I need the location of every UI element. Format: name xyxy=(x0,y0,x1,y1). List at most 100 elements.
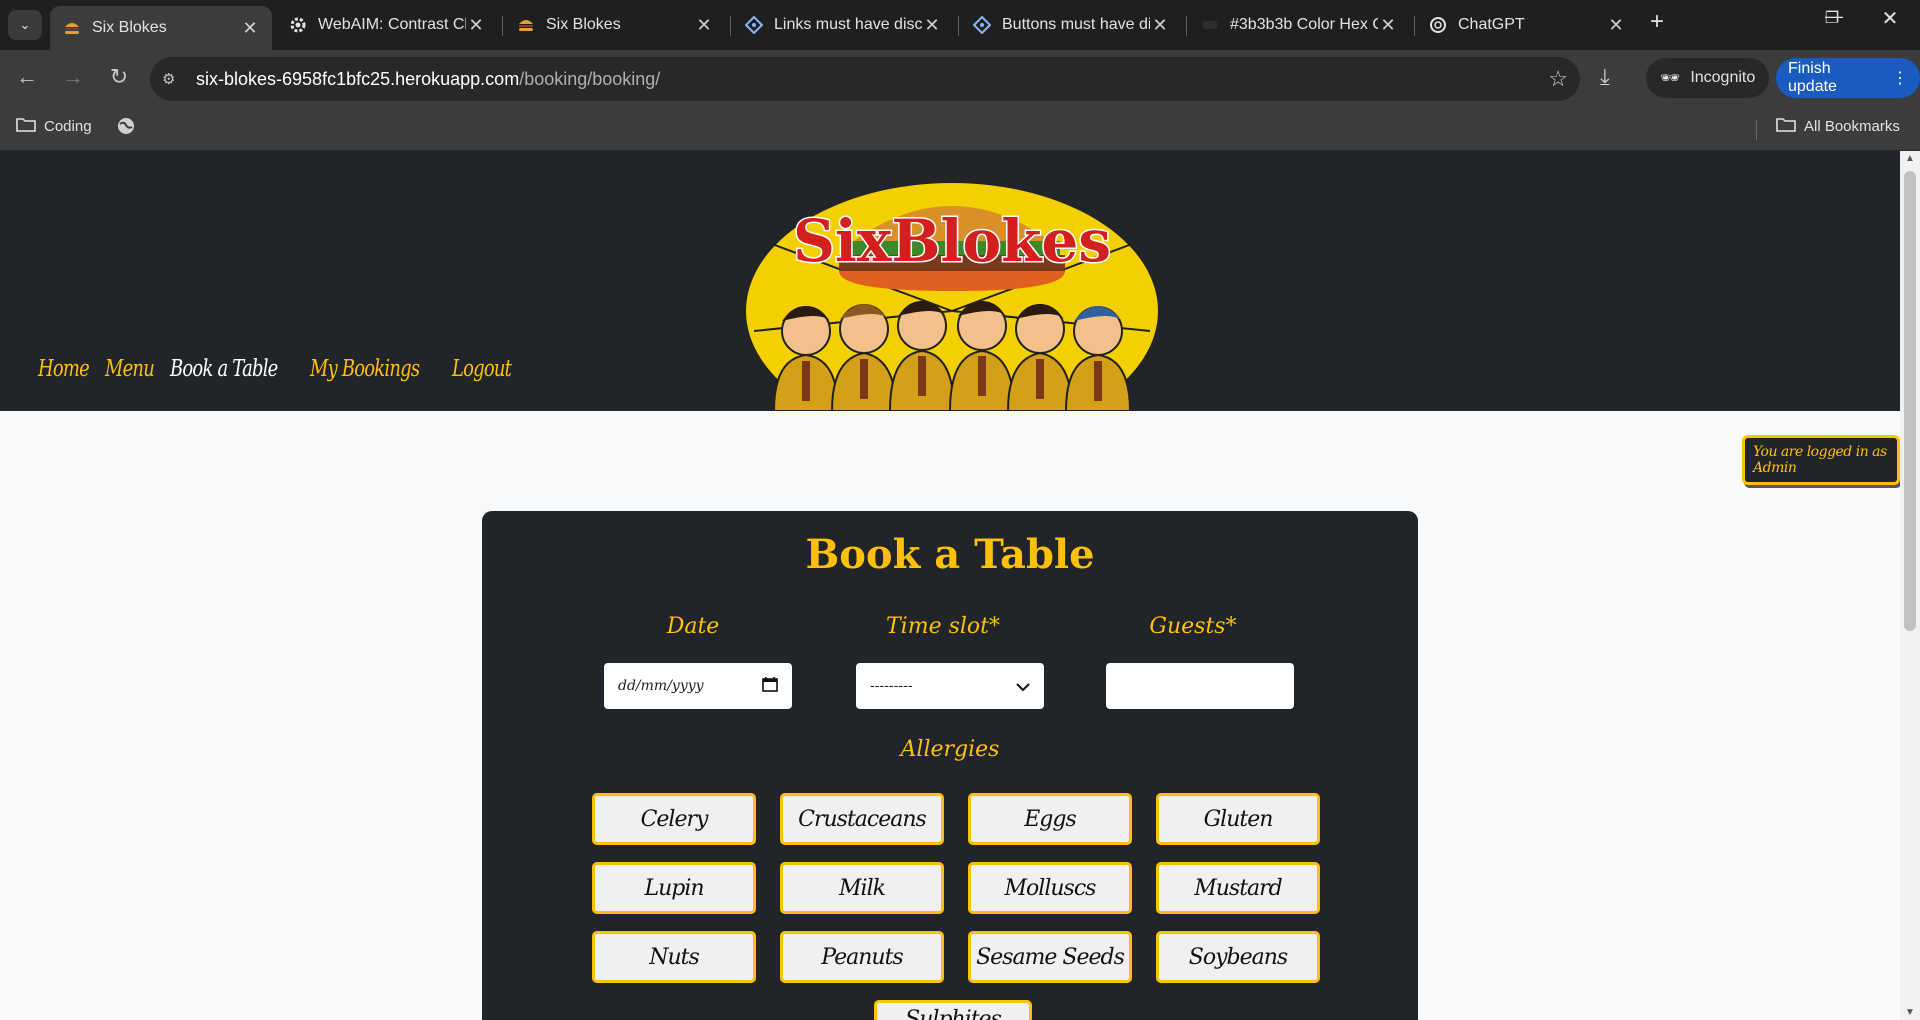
page-scrollbar[interactable]: ▲ ▼ xyxy=(1900,151,1920,1020)
address-bar[interactable]: ⚙ six-blokes-6958fc1bfc25.herokuapp.com/… xyxy=(150,57,1580,101)
tab-strip: ⌄ Six Blokes ✕ WebAIM: Contrast Ch ✕ Six… xyxy=(0,0,1920,50)
finish-update-button[interactable]: Finish update ⋮ xyxy=(1776,58,1920,98)
six-blokes-logo[interactable]: SixBlokes xyxy=(744,181,1160,411)
calendar-icon[interactable] xyxy=(762,676,778,696)
tab-title: Six Blokes xyxy=(92,19,167,36)
logged-in-badge: You are logged in as Admin xyxy=(1742,435,1900,485)
allergy-gluten[interactable]: Gluten xyxy=(1156,793,1320,845)
page-viewport: SixBlokes Home Menu Book a Table My Book… xyxy=(0,151,1900,1020)
tab-title: #3b3b3b Color Hex C xyxy=(1230,16,1378,33)
allergy-sulphites[interactable]: Sulphites xyxy=(874,1000,1032,1020)
close-icon[interactable]: ✕ xyxy=(240,18,260,39)
bookmarks-bar: Coding All Bookmarks xyxy=(0,108,1920,151)
nav-logout[interactable]: Logout xyxy=(452,356,512,382)
download-icon[interactable]: ⤓ xyxy=(1600,64,1610,90)
close-icon[interactable]: ✕ xyxy=(1150,15,1170,36)
bookmark-star-icon[interactable]: ☆ xyxy=(1548,66,1568,92)
tab-separator xyxy=(958,16,959,36)
allergy-crustaceans[interactable]: Crustaceans xyxy=(780,793,944,845)
time-slot-label: Time slot* xyxy=(886,614,1000,639)
finish-update-label: Finish update xyxy=(1788,60,1837,95)
tab-separator xyxy=(730,16,731,36)
page-title: Book a Table xyxy=(805,531,1095,578)
tab-webaim[interactable]: WebAIM: Contrast Ch ✕ xyxy=(276,6,498,44)
time-slot-value: --------- xyxy=(870,678,913,694)
bookmarks-separator xyxy=(1756,120,1757,140)
burger-icon xyxy=(62,18,82,38)
forward-icon[interactable]: → xyxy=(58,64,88,90)
allergy-soybeans[interactable]: Soybeans xyxy=(1156,931,1320,983)
tab-title: ChatGPT xyxy=(1458,16,1525,33)
restore-icon[interactable]: ❐ xyxy=(1812,8,1852,28)
close-icon[interactable]: ✕ xyxy=(922,15,942,36)
date-input[interactable]: dd/mm/yyyy xyxy=(604,663,792,709)
folder-icon xyxy=(16,116,36,136)
bookmark-label: All Bookmarks xyxy=(1804,117,1900,135)
allergies-label: Allergies xyxy=(900,737,1000,762)
guests-label: Guests* xyxy=(1149,614,1237,639)
close-icon[interactable]: ✕ xyxy=(1378,15,1398,36)
allergy-eggs[interactable]: Eggs xyxy=(968,793,1132,845)
allergy-sesame-seeds[interactable]: Sesame Seeds xyxy=(968,931,1132,983)
tab-separator xyxy=(502,16,503,36)
allergy-molluscs[interactable]: Molluscs xyxy=(968,862,1132,914)
url-path: /booking/booking/ xyxy=(519,68,661,89)
browser-toolbar: ← → ↻ ⚙ six-blokes-6958fc1bfc25.herokuap… xyxy=(0,50,1920,108)
incognito-label: Incognito xyxy=(1690,69,1756,86)
close-icon[interactable]: ✕ xyxy=(1606,15,1626,36)
incognito-indicator[interactable]: 🕶 Incognito xyxy=(1646,58,1770,98)
logo-text: SixBlokes xyxy=(793,207,1111,275)
tab-title: Six Blokes xyxy=(546,16,621,33)
tab-title: Buttons must have di xyxy=(1002,16,1150,33)
site-nav: Home Menu Book a Table My Bookings Logou… xyxy=(38,356,512,382)
nav-menu[interactable]: Menu xyxy=(105,356,155,382)
folder-icon xyxy=(1776,116,1796,136)
kebab-menu-icon[interactable]: ⋮ xyxy=(1892,68,1908,88)
tab-search-button[interactable]: ⌄ xyxy=(8,10,42,40)
tab-links-rule[interactable]: Links must have disc ✕ xyxy=(732,6,954,44)
allergy-peanuts[interactable]: Peanuts xyxy=(780,931,944,983)
scroll-thumb[interactable] xyxy=(1904,171,1916,631)
diamond-icon xyxy=(744,15,764,35)
allergy-mustard[interactable]: Mustard xyxy=(1156,862,1320,914)
allergy-milk[interactable]: Milk xyxy=(780,862,944,914)
date-placeholder: dd/mm/yyyy xyxy=(618,678,704,694)
globe-icon[interactable] xyxy=(116,116,136,136)
booking-form-card: Book a Table Date dd/mm/yyyy Time slot* … xyxy=(482,511,1418,1020)
close-icon[interactable]: ✕ xyxy=(694,15,714,36)
site-info-icon[interactable]: ⚙ xyxy=(162,70,184,88)
nav-book-a-table[interactable]: Book a Table xyxy=(170,356,278,382)
gear-icon xyxy=(288,15,308,35)
time-slot-select[interactable]: --------- xyxy=(856,663,1044,709)
all-bookmarks[interactable]: All Bookmarks xyxy=(1776,116,1900,136)
tab-six-blokes[interactable]: Six Blokes ✕ xyxy=(504,6,726,44)
tab-six-blokes-active[interactable]: Six Blokes ✕ xyxy=(50,6,272,50)
tab-separator xyxy=(1186,16,1187,36)
url-domain: six-blokes-6958fc1bfc25.herokuapp.com xyxy=(196,68,520,89)
allergy-lupin[interactable]: Lupin xyxy=(592,862,756,914)
new-tab-icon[interactable]: + xyxy=(1650,8,1664,36)
close-window-icon[interactable]: ✕ xyxy=(1870,6,1910,31)
tab-title: Links must have disc xyxy=(774,16,922,33)
tab-color-hex[interactable]: #3b3b3b Color Hex C ✕ xyxy=(1188,6,1410,44)
scroll-down-icon[interactable]: ▼ xyxy=(1904,1007,1916,1018)
back-icon[interactable]: ← xyxy=(12,64,42,90)
tab-chatgpt[interactable]: ChatGPT ✕ xyxy=(1416,6,1638,44)
site-header: SixBlokes Home Menu Book a Table My Book… xyxy=(0,151,1900,411)
tab-buttons-rule[interactable]: Buttons must have di ✕ xyxy=(960,6,1182,44)
chevron-down-icon xyxy=(1016,677,1030,696)
close-icon[interactable]: ✕ xyxy=(466,15,486,36)
nav-my-bookings[interactable]: My Bookings xyxy=(310,356,420,382)
reload-icon[interactable]: ↻ xyxy=(104,64,134,90)
allergy-celery[interactable]: Celery xyxy=(592,793,756,845)
guests-input[interactable] xyxy=(1106,663,1294,709)
diamond-icon xyxy=(972,15,992,35)
chatgpt-icon xyxy=(1428,15,1448,35)
bookmark-folder-coding[interactable]: Coding xyxy=(16,116,92,136)
allergy-nuts[interactable]: Nuts xyxy=(592,931,756,983)
nav-home[interactable]: Home xyxy=(38,356,90,382)
incognito-icon: 🕶 xyxy=(1660,70,1681,87)
url-text[interactable]: six-blokes-6958fc1bfc25.herokuapp.com/bo… xyxy=(196,69,660,90)
burger-icon xyxy=(516,15,536,35)
scroll-up-icon[interactable]: ▲ xyxy=(1904,153,1916,164)
